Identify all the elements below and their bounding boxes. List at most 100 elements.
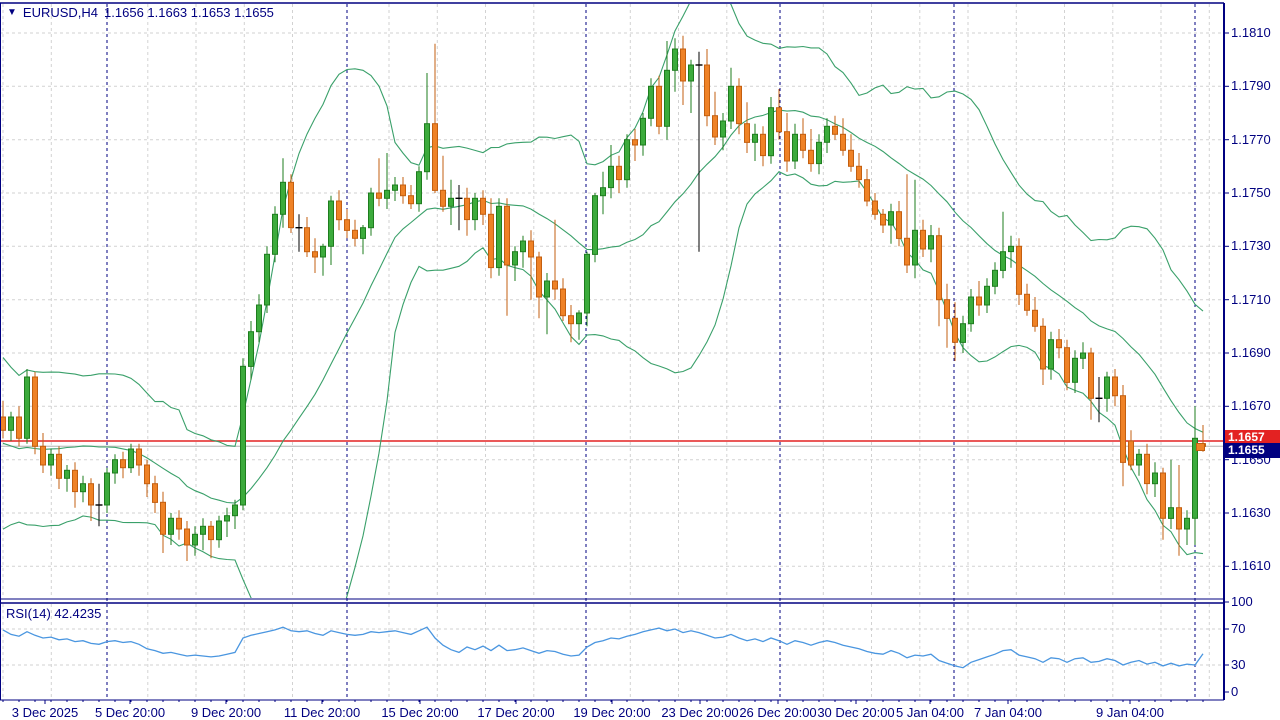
candle-bear [841, 118, 846, 155]
candle-bear [865, 169, 870, 206]
price-axis-label: 1.1770 [1231, 133, 1279, 147]
date-axis-label: 30 Dec 20:00 [817, 706, 894, 720]
candle-bear [209, 521, 214, 558]
candles-layer [1, 36, 1206, 561]
candle-bear [529, 230, 534, 299]
candle-bull [593, 193, 598, 262]
candle-bear [89, 478, 94, 521]
candle-bull [545, 273, 550, 334]
candle-bull [817, 134, 822, 174]
candle-bull [449, 180, 454, 225]
price-axis-label: 1.1670 [1231, 399, 1279, 413]
candle-bull [193, 526, 198, 555]
candle-bull [913, 180, 918, 279]
candle-bull [521, 236, 526, 268]
candle-bear [745, 102, 750, 153]
candle-bull [985, 278, 990, 313]
date-axis-label: 3 Dec 2025 [12, 706, 79, 720]
candle-bear [465, 188, 470, 236]
candle-bull [665, 41, 670, 140]
candle-bull [369, 188, 374, 236]
candle-bull [1049, 332, 1054, 380]
candle-bull [673, 38, 678, 91]
candle-bull [1185, 510, 1190, 545]
date-axis-label: 9 Jan 04:00 [1096, 706, 1164, 720]
candle-bull [1081, 342, 1086, 369]
candle-bear [881, 209, 886, 233]
candle-bear [809, 129, 814, 172]
chart-canvas[interactable] [0, 0, 1280, 720]
current-price-tag: 1.1655 [1225, 443, 1280, 458]
candle-bear [833, 116, 838, 140]
date-axis-label: 17 Dec 20:00 [477, 706, 554, 720]
candle-bear [737, 78, 742, 134]
chart-window: ▼ EURUSD,H4 1.1656 1.1663 1.1653 1.1655 … [0, 0, 1280, 720]
date-axis-label: 26 Dec 20:00 [739, 706, 816, 720]
bollinger-middle-line [3, 110, 1203, 503]
candle-bear [617, 156, 622, 193]
candle-bull [769, 97, 774, 164]
bollinger-bands [3, 0, 1203, 683]
candle-bear [705, 49, 710, 126]
date-axis-label: 5 Dec 20:00 [95, 706, 165, 720]
date-axis-label: 19 Dec 20:00 [573, 706, 650, 720]
candle-bear [713, 92, 718, 145]
price-axis-label: 1.1750 [1231, 186, 1279, 200]
candle-bull [201, 518, 206, 550]
candle-bear [561, 278, 566, 321]
chevron-down-icon[interactable]: ▼ [7, 6, 17, 19]
candle-bull [993, 262, 998, 294]
date-axis-label: 23 Dec 20:00 [661, 706, 738, 720]
candle-bull [577, 310, 582, 339]
candle-bull [1105, 372, 1110, 412]
candle-bear [553, 220, 558, 300]
candle-bear [33, 372, 38, 455]
price-axis-label: 1.1690 [1231, 346, 1279, 360]
candle-bear [905, 174, 910, 273]
candle-bear [953, 302, 958, 361]
candle-bear [1033, 297, 1038, 332]
price-axis-label: 1.1810 [1231, 26, 1279, 40]
candle-bull [225, 508, 230, 537]
candle-bear [57, 446, 62, 489]
candle-bear [441, 156, 446, 212]
candle-bear [145, 460, 150, 497]
candle-bear [185, 521, 190, 561]
candle-bull [129, 444, 134, 473]
candle-bull [497, 198, 502, 275]
candle-bear [433, 44, 438, 193]
candle-bear [137, 444, 142, 476]
candle-bear [761, 126, 766, 166]
candle-bear [1065, 340, 1070, 391]
candle-bull [961, 316, 966, 353]
candle-bull [329, 196, 334, 265]
candle-bear [873, 193, 878, 220]
candle-bear [921, 220, 926, 257]
candle-bull [1073, 350, 1078, 393]
candle-bull [417, 166, 422, 211]
candle-bull [641, 113, 646, 156]
candle-bear [409, 185, 414, 209]
candle-bear [153, 476, 158, 513]
candle-bear [489, 198, 494, 278]
candle-bull [513, 246, 518, 281]
red-line-price-tag: 1.1657 [1225, 430, 1280, 444]
candle-bull [217, 516, 222, 548]
candle-bear [345, 209, 350, 238]
candle-bear [1017, 238, 1022, 305]
candle-bear [657, 76, 662, 135]
candle-bull [1009, 236, 1014, 268]
date-axis-label: 9 Dec 20:00 [191, 706, 261, 720]
candle-bear [777, 89, 782, 140]
price-axis-label: 1.1730 [1231, 239, 1279, 253]
rsi-indicator-label: RSI(14) 42.4235 [6, 607, 101, 621]
candle-bull [793, 124, 798, 169]
last-price-marker[interactable] [1196, 443, 1205, 451]
candle-bear [73, 462, 78, 507]
candle-bear [41, 433, 46, 473]
candle-bull [425, 73, 430, 180]
ohlc-quotes: 1.1656 1.1663 1.1653 1.1655 [104, 5, 274, 20]
candle-bear [313, 238, 318, 273]
candle-bull [969, 289, 974, 332]
candle-bear [1057, 329, 1062, 358]
